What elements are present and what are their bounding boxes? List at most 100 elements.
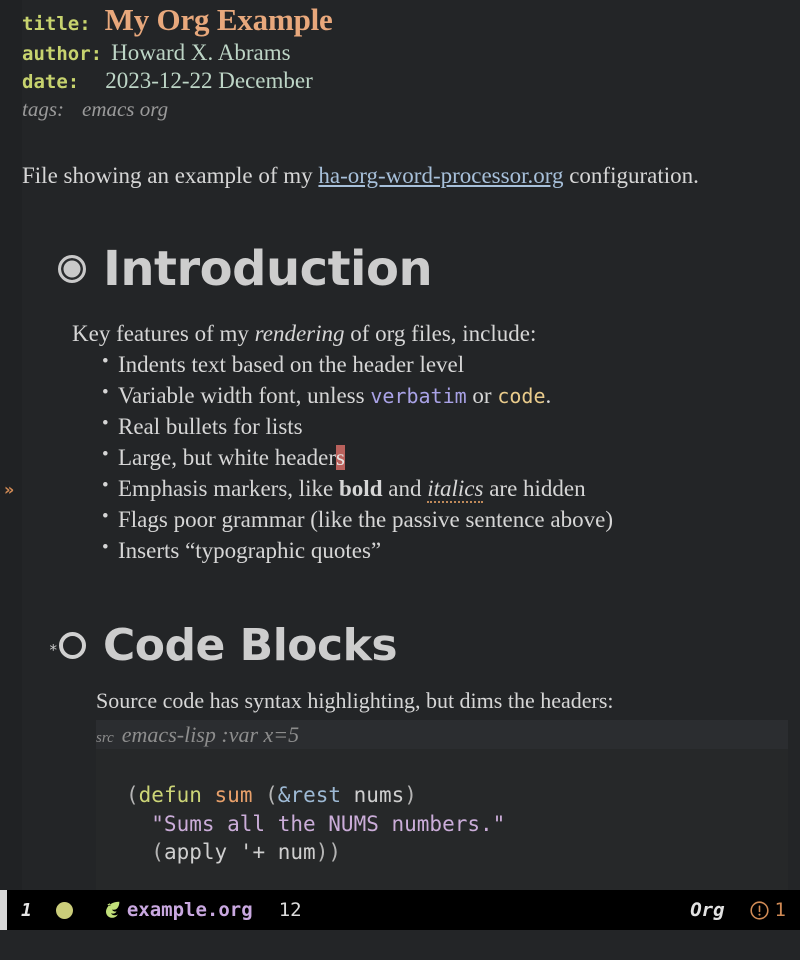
code-token: num [277,840,316,865]
code-token: apply [163,840,228,865]
code-line: (apply '+ num)) [96,838,788,866]
keyword-line-date: date: 2023-12-22 December [22,69,788,92]
list-item: Variable width font, unless verbatim or … [102,380,788,411]
gnu-leaf-icon [101,899,123,921]
modeline-position: 12 [278,899,302,921]
heading-introduction-label: Introduction [103,240,433,297]
intro-text-after: configuration. [563,163,699,188]
list-item-text-b: or [466,382,498,408]
code-blocks-lead-paragraph: Source code has syntax highlighting, but… [96,687,614,713]
lead-emphasis: rendering [254,320,345,346]
text-cursor: s [335,444,345,470]
heading-introduction[interactable]: Introduction [22,241,788,297]
list-item-text-c: are hidden [483,475,586,501]
code-token: )) [315,840,341,865]
list-item-text: Indents text based on the header level [118,351,465,377]
section-introduction-body: Key features of my rendering of org file… [22,319,788,566]
source-block-begin-keyword: src [96,729,114,746]
modeline-left-group: 1 example.org 12 [7,899,690,921]
lead-text-part1: Key features of my [72,320,255,346]
list-item-text: Flags poor grammar (like the passive sen… [118,506,613,532]
source-block[interactable]: src emacs-lisp :var x=5 (defun sum (&rest… [96,719,788,890]
left-fringe: » [0,0,22,890]
list-item: Real bullets for lists [102,411,788,442]
modeline-right-group: Org 1 [690,899,800,921]
intro-text-before: File showing an example of my [22,163,319,188]
emacs-frame: » title: My Org Example author: Howard X… [0,0,800,960]
code-token: defun [138,783,202,808]
tags-value: emacs org [82,97,169,121]
document-title: My Org Example [104,2,333,37]
heading-stars: * [49,641,58,660]
org-link-ha-org-word-processor[interactable]: ha-org-word-processor.org [318,163,563,188]
intro-paragraph: File showing an example of my ha-org-wor… [22,162,788,191]
echo-area[interactable] [0,930,800,960]
code-token: sum [214,783,253,808]
verbatim-text: verbatim [370,383,467,408]
modeline-window-bar [0,890,7,930]
heading-bullet-wrap [22,254,86,283]
org-buffer[interactable]: » title: My Org Example author: Howard X… [0,0,800,890]
modeline[interactable]: 1 example.org 12 Org 1 [0,890,800,930]
buffer-content: title: My Org Example author: Howard X. … [22,0,800,890]
keyword-label-date: date: [22,71,80,93]
warning-circle-icon [749,900,769,920]
code-line: "Sums all the NUMS numbers." [96,810,788,838]
list-item-text-c: . [545,382,552,408]
list-item: Indents text based on the header level [102,349,788,380]
fringe-arrow-icon: » [4,480,15,499]
keyword-line-title: title: My Org Example [22,0,788,35]
modeline-warning-count: 1 [774,899,786,921]
list-item-text-b: and [382,475,428,501]
keyword-label-title: title: [22,13,91,35]
list-item-text: Real bullets for lists [118,413,303,439]
list-item-text-a: Emphasis markers, like [118,475,340,501]
introduction-feature-list: Indents text based on the header level V… [72,349,788,566]
tags-label: tags: [22,97,64,121]
list-item-text-a: Large, but white header [118,444,336,470]
list-item-text: Inserts “typographic quotes” [118,537,382,563]
code-token: &rest [277,783,341,808]
code-line: (defun sum (&rest nums) [96,781,788,809]
code-text: code [497,383,546,408]
keyword-line-tags: tags: emacs org [22,99,788,120]
introduction-lead-paragraph: Key features of my rendering of org file… [72,319,788,349]
heading-code-blocks[interactable]: * Code Blocks [22,620,788,671]
document-date: 2023-12-22 December [105,68,313,93]
section-code-blocks-body: Source code has syntax highlighting, but… [22,687,788,890]
open-ring-bullet-icon [59,631,86,659]
modeline-warning-group[interactable]: 1 [749,899,786,921]
modeline-major-mode[interactable]: Org [690,899,724,921]
list-item: Emphasis markers, like bold and italics … [102,473,788,504]
heading-bullet-wrap: * [22,631,86,660]
modeline-window-number[interactable]: 1 [21,900,32,921]
source-block-code[interactable]: (defun sum (&rest nums) "Sums all the NU… [96,749,788,890]
saved-indicator-icon[interactable] [55,901,73,919]
code-token: '+ [227,840,278,865]
code-token: ( [265,783,278,808]
list-item: Inserts “typographic quotes” [102,535,788,566]
filled-ring-bullet-icon [58,254,86,283]
code-token: nums [353,783,405,808]
document-author: Howard X. Abrams [111,40,291,65]
heading-code-blocks-label: Code Blocks [103,619,398,671]
list-item: Flags poor grammar (like the passive sen… [102,504,788,535]
italic-text: italics [427,475,484,503]
code-token: "Sums all the NUMS numbers." [126,811,506,836]
code-token: ) [404,783,417,808]
keyword-line-author: author: Howard X. Abrams [22,41,788,64]
keyword-label-author: author: [22,43,103,65]
code-token: ( [126,783,139,808]
modeline-buffer-name[interactable]: example.org [127,899,253,921]
bold-text: bold [339,475,383,501]
lead-text-part2: of org files, include: [344,320,537,346]
list-item-text-a: Variable width font, unless [118,382,371,408]
source-block-args: emacs-lisp :var x=5 [121,721,300,747]
code-token: ( [151,840,164,865]
source-block-header: src emacs-lisp :var x=5 [96,719,788,750]
list-item: Large, but white headers [102,442,788,473]
